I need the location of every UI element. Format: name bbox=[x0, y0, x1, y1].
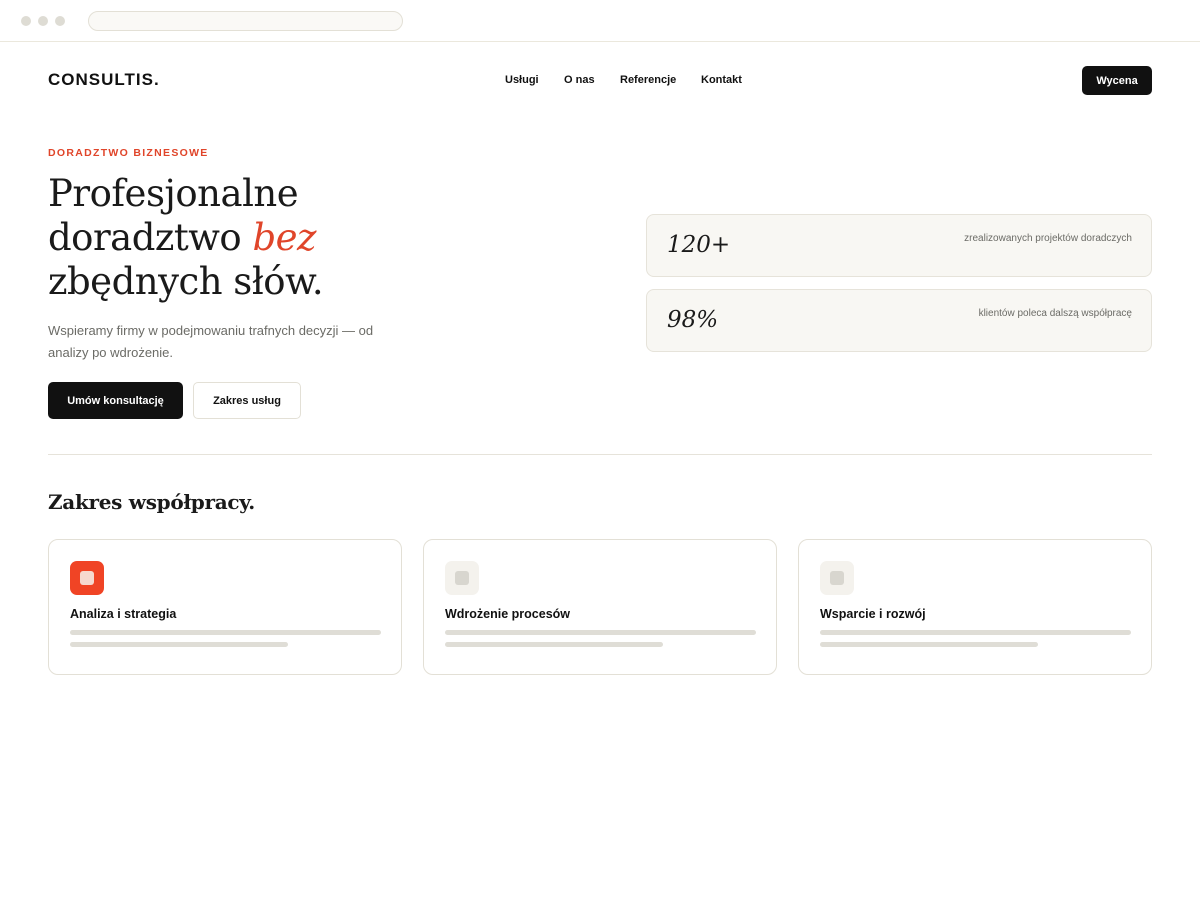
service-card-processes[interactable]: Wdrożenie procesów bbox=[423, 539, 777, 675]
placeholder-line bbox=[445, 630, 756, 635]
quote-button[interactable]: Wycena bbox=[1082, 66, 1152, 95]
browser-chrome bbox=[0, 0, 1200, 42]
services-title: Zakres współpracy. bbox=[48, 490, 255, 514]
window-close-dot[interactable] bbox=[21, 16, 31, 26]
stat-value: 120+ bbox=[667, 232, 731, 258]
square-icon bbox=[70, 561, 104, 595]
nav-link-uslugi[interactable]: Usługi bbox=[505, 74, 539, 86]
placeholder-line bbox=[820, 642, 1038, 647]
hero-title-highlight: bez bbox=[252, 216, 317, 259]
hero-title-line-2-text: doradztwo bbox=[48, 216, 253, 259]
placeholder-line bbox=[445, 642, 663, 647]
book-consultation-button[interactable]: Umów konsultację bbox=[48, 382, 183, 419]
square-icon bbox=[820, 561, 854, 595]
hero-title-line-3: zbędnych słów. bbox=[48, 260, 324, 303]
section-divider bbox=[48, 454, 1152, 455]
window-maximize-dot[interactable] bbox=[55, 16, 65, 26]
services-scope-button[interactable]: Zakres usług bbox=[193, 382, 301, 419]
square-icon bbox=[445, 561, 479, 595]
placeholder-line bbox=[820, 630, 1131, 635]
service-card-title: Wsparcie i rozwój bbox=[820, 607, 926, 621]
service-card-support[interactable]: Wsparcie i rozwój bbox=[798, 539, 1152, 675]
address-bar[interactable] bbox=[88, 11, 403, 31]
hero-eyebrow: DORADZTWO BIZNESOWE bbox=[48, 147, 209, 159]
hero-title-line-2: doradztwo bez bbox=[48, 216, 568, 260]
nav-link-referencje[interactable]: Referencje bbox=[620, 74, 676, 86]
hero-title: Profesjonalne doradztwo bez zbędnych słó… bbox=[48, 172, 568, 304]
window-minimize-dot[interactable] bbox=[38, 16, 48, 26]
placeholder-line bbox=[70, 642, 288, 647]
hero-subtitle: Wspieramy firmy w podejmowaniu trafnych … bbox=[48, 323, 374, 360]
stat-card-recommend: 98% klientów poleca dalszą współpracę bbox=[646, 289, 1152, 352]
service-card-title: Wdrożenie procesów bbox=[445, 607, 571, 621]
stat-card-projects: 120+ zrealizowanych projektów doradczych bbox=[646, 214, 1152, 277]
stat-label: zrealizowanych projektów doradczych bbox=[964, 233, 1132, 244]
hero-title-line-1: Profesjonalne bbox=[48, 172, 299, 215]
stat-label: klientów poleca dalszą współpracę bbox=[978, 308, 1132, 319]
service-card-analysis[interactable]: Analiza i strategia bbox=[48, 539, 402, 675]
stat-value: 98% bbox=[667, 307, 719, 333]
nav-link-kontakt[interactable]: Kontakt bbox=[701, 74, 742, 86]
nav-link-o-nas[interactable]: O nas bbox=[564, 74, 595, 86]
main-nav: Usługi O nas Referencje Kontakt bbox=[0, 74, 1200, 90]
service-card-title: Analiza i strategia bbox=[70, 607, 177, 621]
placeholder-line bbox=[70, 630, 381, 635]
